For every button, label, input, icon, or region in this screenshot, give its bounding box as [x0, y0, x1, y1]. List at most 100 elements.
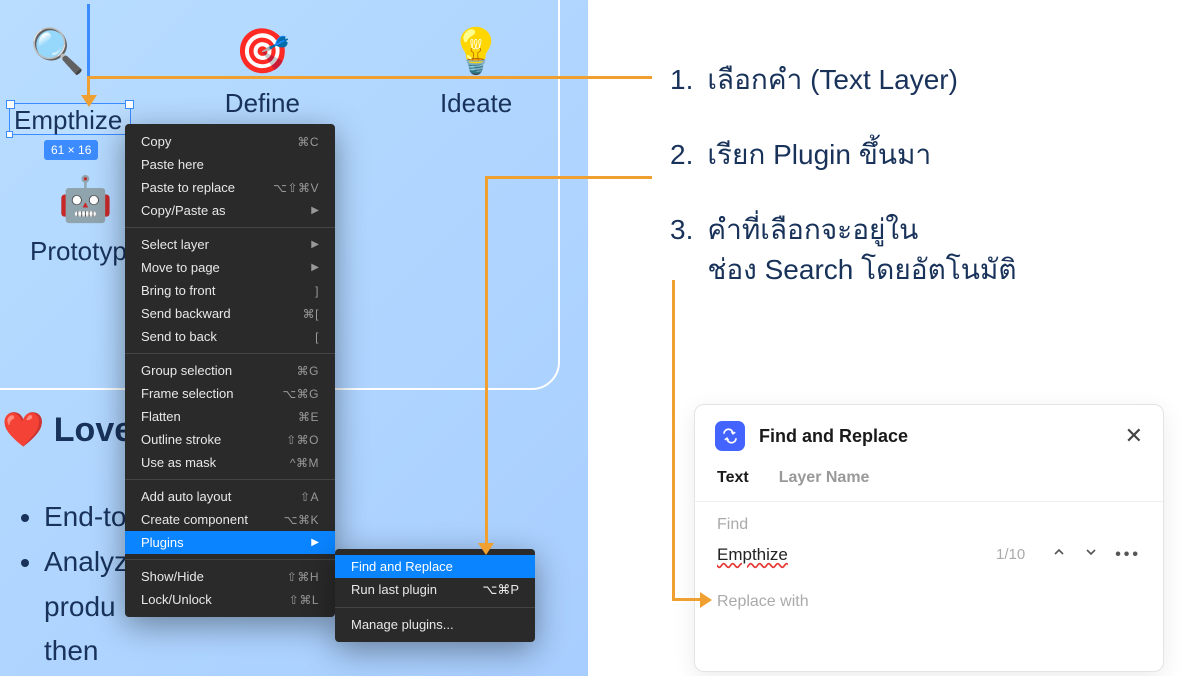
- shortcut-label: ⌘E: [298, 410, 319, 424]
- steps-list: 1.เลือกคำ (Text Layer) 2. เรียก Plugin ขึ้…: [670, 60, 1160, 325]
- next-match-button[interactable]: [1083, 544, 1099, 565]
- menu-item-label: Bring to front: [141, 283, 215, 298]
- menu-item-show-hide[interactable]: Show/Hide⇧⌘H: [125, 565, 335, 588]
- menu-item-label: Lock/Unlock: [141, 592, 212, 607]
- menu-item-plugins[interactable]: Plugins ▶: [125, 531, 335, 554]
- menu-item-label: Send backward: [141, 306, 231, 321]
- chevron-right-icon: ▶: [311, 262, 319, 273]
- submenu-item-find-and-replace[interactable]: Find and Replace: [335, 555, 535, 578]
- submenu-item-label: Manage plugins...: [351, 617, 454, 632]
- step-text: เรียก Plugin ขึ้นมา: [707, 135, 931, 174]
- bullet-list: End-to Analyz produ then: [20, 495, 128, 674]
- menu-item-label: Paste here: [141, 157, 204, 172]
- find-value[interactable]: Empthize: [717, 545, 996, 565]
- panel-title: Find and Replace: [759, 426, 1125, 447]
- menu-item-label: Add auto layout: [141, 489, 231, 504]
- menu-item-frame-selection[interactable]: Frame selection⌥⌘G: [125, 382, 335, 405]
- find-replace-icon: [715, 421, 745, 451]
- list-item[interactable]: End-to: [44, 495, 128, 540]
- plugins-submenu[interactable]: Find and Replace Run last plugin ⌥⌘P Manage…: [335, 549, 535, 642]
- love-heading[interactable]: ❤️ Love: [2, 410, 133, 450]
- menu-item-outline-stroke[interactable]: Outline stroke⇧⌘O: [125, 428, 335, 451]
- list-item[interactable]: then: [44, 629, 128, 674]
- menu-item-use-as-mask[interactable]: Use as mask^⌘M: [125, 451, 335, 474]
- arrow-1-h: [90, 76, 652, 79]
- menu-item-copy[interactable]: Copy ⌘C: [125, 130, 335, 153]
- close-icon[interactable]: ✕: [1125, 423, 1143, 449]
- menu-item-label: Select layer: [141, 237, 209, 252]
- tab-layer-name[interactable]: Layer Name: [779, 469, 870, 487]
- step-number: 2.: [670, 135, 693, 174]
- menu-item-label: Group selection: [141, 363, 232, 378]
- chevron-right-icon: ▶: [311, 239, 319, 250]
- menu-item-label: Outline stroke: [141, 432, 221, 447]
- menu-item-flatten[interactable]: Flatten⌘E: [125, 405, 335, 428]
- find-counter: 1/10: [996, 546, 1025, 563]
- list-item[interactable]: produ: [44, 585, 128, 630]
- ideate-label[interactable]: Ideate: [440, 88, 512, 119]
- menu-item-label: Create component: [141, 512, 248, 527]
- menu-item-send-to-back[interactable]: Send to back[: [125, 325, 335, 348]
- menu-item-paste-here[interactable]: Paste here: [125, 153, 335, 176]
- robot-icon: 🤖: [58, 178, 113, 222]
- step-2: 2. เรียก Plugin ขึ้นมา: [670, 135, 1160, 174]
- menu-item-label: Send to back: [141, 329, 217, 344]
- shortcut-label: ^⌘M: [290, 456, 319, 470]
- menu-item-label: Copy/Paste as: [141, 203, 226, 218]
- arrow-3-h: [672, 598, 702, 601]
- context-menu[interactable]: Copy⌘CPaste herePaste to replace⌥⇧⌘VCopy…: [125, 124, 335, 617]
- menu-separator: [125, 479, 335, 480]
- menu-item-copy-paste-as[interactable]: Copy/Paste as ▶: [125, 199, 335, 222]
- shortcut-label: ⌥⌘P: [482, 582, 519, 598]
- chevron-right-icon: ▶: [311, 537, 319, 548]
- menu-item-label: Plugins: [141, 535, 184, 550]
- magnifier-icon: 🔍: [30, 30, 85, 74]
- shortcut-label: ⇧⌘L: [289, 593, 319, 607]
- chevron-right-icon: ▶: [311, 205, 319, 216]
- shortcut-label: ]: [315, 284, 319, 298]
- menu-item-label: Show/Hide: [141, 569, 204, 584]
- panel-header: Find and Replace ✕: [695, 405, 1163, 465]
- replace-label: Replace with: [717, 593, 1141, 611]
- selection-dimensions: 61 × 16: [44, 140, 98, 160]
- menu-item-create-component[interactable]: Create component⌥⌘K: [125, 508, 335, 531]
- menu-item-bring-to-front[interactable]: Bring to front]: [125, 279, 335, 302]
- menu-item-label: Move to page: [141, 260, 220, 275]
- panel-tabs: Text Layer Name: [695, 465, 1163, 502]
- panel-body: Find Empthize 1/10 ••• Replace with: [695, 502, 1163, 625]
- step-3: 3.คำที่เลือกจะอยู่ใน ช่อง Search โดยอัตโ…: [670, 210, 1160, 288]
- submenu-item-label: Run last plugin: [351, 582, 437, 598]
- tab-text[interactable]: Text: [717, 469, 749, 487]
- menu-separator: [125, 559, 335, 560]
- find-replace-panel[interactable]: Find and Replace ✕ Text Layer Name Find …: [694, 404, 1164, 672]
- define-label[interactable]: Define: [225, 88, 300, 119]
- find-row: Empthize 1/10 •••: [717, 544, 1141, 565]
- list-item[interactable]: Analyz: [44, 540, 128, 585]
- menu-item-paste-to-replace[interactable]: Paste to replace⌥⇧⌘V: [125, 176, 335, 199]
- menu-item-group-selection[interactable]: Group selection⌘G: [125, 359, 335, 382]
- submenu-item-manage-plugins[interactable]: Manage plugins...: [335, 613, 535, 636]
- define-column: 🎯 Define: [225, 30, 300, 119]
- menu-item-label: Copy: [141, 134, 171, 149]
- menu-item-add-auto-layout[interactable]: Add auto layout⇧A: [125, 485, 335, 508]
- lightbulb-icon: 💡: [449, 30, 504, 74]
- shortcut-label: ⌘[: [303, 307, 319, 321]
- menu-item-select-layer[interactable]: Select layer ▶: [125, 233, 335, 256]
- menu-separator: [125, 227, 335, 228]
- empathize-label[interactable]: Empthize: [14, 105, 122, 136]
- arrow-2-h: [487, 176, 652, 179]
- prev-match-button[interactable]: [1051, 544, 1067, 565]
- submenu-item-run-last-plugin[interactable]: Run last plugin ⌥⌘P: [335, 578, 535, 602]
- step-1: 1.เลือกคำ (Text Layer): [670, 60, 1160, 99]
- ideate-column: 💡 Ideate: [440, 30, 512, 119]
- more-button[interactable]: •••: [1115, 546, 1141, 564]
- step-number: 1.: [670, 60, 693, 99]
- shortcut-label: ⌘C: [297, 135, 319, 149]
- menu-item-label: Frame selection: [141, 386, 233, 401]
- menu-item-send-backward[interactable]: Send backward ⌘[: [125, 302, 335, 325]
- step-text: คำที่เลือกจะอยู่ใน ช่อง Search โดยอัตโนม…: [707, 210, 1016, 288]
- menu-separator: [335, 607, 535, 608]
- menu-item-move-to-page[interactable]: Move to page ▶: [125, 256, 335, 279]
- shortcut-label: ⌥⇧⌘V: [273, 181, 319, 195]
- menu-item-lock-unlock[interactable]: Lock/Unlock ⇧⌘L: [125, 588, 335, 611]
